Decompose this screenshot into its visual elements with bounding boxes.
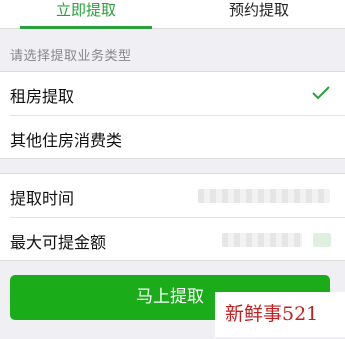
max-amount-label: 最大可提金额 — [10, 233, 107, 252]
max-amount-unit-redacted — [313, 233, 331, 247]
tab-immediate-withdraw[interactable]: 立即提取 — [0, 0, 172, 29]
tab-bar: 立即提取 预约提取 — [0, 0, 345, 29]
withdraw-time-value-redacted — [198, 189, 330, 203]
checkmark-icon — [312, 86, 330, 100]
withdraw-type-rent[interactable]: 租房提取 — [0, 72, 345, 116]
watermark: 新鲜事521 — [215, 292, 345, 337]
active-tab-indicator — [20, 26, 152, 29]
max-amount-row: 最大可提金额 — [0, 218, 345, 262]
withdraw-time-row: 提取时间 — [0, 174, 345, 218]
max-amount-value-redacted — [222, 233, 302, 247]
tab-scheduled-withdraw[interactable]: 预约提取 — [173, 0, 345, 29]
withdraw-time-label: 提取时间 — [10, 189, 75, 208]
withdraw-type-label: 其他住房消费类 — [10, 131, 123, 150]
withdraw-type-label: 租房提取 — [10, 87, 75, 106]
withdraw-info-list: 提取时间 最大可提金额 — [0, 173, 345, 261]
section-hint: 请选择提取业务类型 — [10, 49, 132, 64]
withdraw-type-other-housing[interactable]: 其他住房消费类 — [0, 116, 345, 160]
withdraw-type-list: 租房提取 其他住房消费类 — [0, 71, 345, 159]
